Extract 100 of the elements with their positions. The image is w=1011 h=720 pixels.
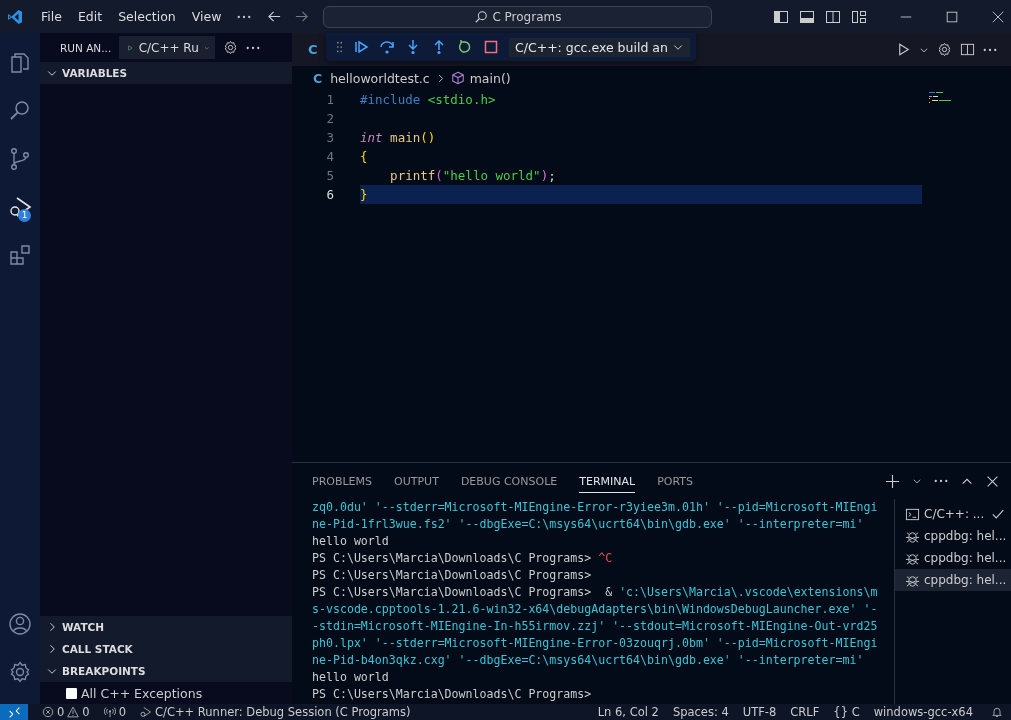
panel-tab[interactable]: PORTS — [657, 469, 693, 493]
terminal-list-item[interactable]: cppdbg: hel... — [895, 569, 1011, 591]
debug-session-indicator[interactable]: C/C++ Runner: Debug Session (C Programs) — [140, 705, 411, 719]
stop-icon[interactable] — [483, 39, 499, 55]
menu-item[interactable]: Edit — [69, 9, 111, 24]
launch-config-dropdown[interactable]: C/C++ Ru — [119, 36, 216, 59]
extensions-icon[interactable] — [8, 243, 32, 267]
settings-icon[interactable] — [937, 42, 952, 57]
app-logo-icon — [7, 8, 23, 25]
terminal-line: PS C:\Users\Marcia\Downloads\C Programs> ^C — [312, 550, 614, 567]
section-header[interactable]: CALL STACK — [40, 638, 292, 660]
cube-icon — [450, 71, 465, 85]
warning-icon — [67, 706, 80, 718]
run-icon[interactable] — [896, 42, 911, 57]
chevron-down-icon[interactable] — [912, 476, 922, 486]
toggle-panel-icon[interactable] — [799, 8, 815, 25]
status-item[interactable]: UTF-8 — [742, 705, 777, 719]
step-into-icon[interactable] — [405, 39, 421, 55]
terminal-line: hello world — [312, 533, 390, 550]
status-item[interactable]: CRLF — [790, 705, 820, 719]
new-terminal-icon[interactable] — [885, 473, 900, 489]
more-icon[interactable] — [983, 47, 997, 52]
back-arrow-icon[interactable] — [267, 9, 283, 24]
continue-icon[interactable] — [353, 39, 369, 55]
remote-indicator[interactable] — [0, 704, 28, 720]
close-icon[interactable] — [991, 9, 1005, 24]
settings-icon[interactable] — [8, 660, 32, 684]
section-header[interactable]: VARIABLES — [40, 62, 292, 84]
status-item[interactable]: Spaces: 4 — [672, 705, 729, 719]
line-number: 3 — [325, 130, 334, 145]
terminal-line: -stdin=Microsoft-MIEngine-In-h55irmov.zzj' '--stdout=Microsoft-MIEngine-Out-vrd25 — [312, 618, 879, 635]
terminal-line: zq0.0du' '--stderr=Microsoft-MIEngine-Error-r3yiee3m.01h' '--pid=Microsoft-MIEngi — [312, 499, 879, 516]
terminal-line: PS C:\Users\Marcia\Downloads\C Programs> — [312, 686, 593, 703]
toggle-sidebar-icon[interactable] — [773, 8, 789, 25]
section-header[interactable]: WATCH — [40, 616, 292, 638]
problems-indicator[interactable]: 0 0 — [42, 705, 90, 719]
checkbox[interactable] — [66, 687, 77, 699]
terminal-list-item[interactable]: cppdbg: hel... — [895, 525, 1011, 547]
more-icon[interactable] — [934, 479, 948, 483]
terminal-icon — [905, 506, 920, 522]
ports-indicator[interactable]: 0 — [103, 705, 126, 719]
line-number: 4 — [325, 149, 334, 164]
split-layout-icon[interactable] — [825, 8, 841, 25]
menu-item[interactable]: File — [33, 9, 70, 24]
run-debug-icon — [140, 706, 152, 718]
error-icon — [42, 706, 54, 718]
split-editor-icon[interactable] — [960, 42, 975, 57]
panel-tab[interactable]: OUTPUT — [394, 469, 439, 493]
code-line: { — [360, 149, 368, 164]
line-number: 2 — [325, 111, 334, 126]
account-icon[interactable] — [8, 612, 32, 636]
drag-handle-icon[interactable] — [336, 41, 343, 53]
terminal-line: PS C:\Users\Marcia\Downloads\C Programs> — [312, 567, 593, 584]
menu-item[interactable]: View — [183, 9, 230, 24]
terminal-line: ph0.lpx' '--stderr=Microsoft-MIEngine-Error-03zouqrj.0bm' '--pid=Microsoft-MIEngi — [312, 635, 879, 652]
code-line: int main() — [360, 130, 436, 145]
more-icon[interactable] — [237, 14, 252, 19]
step-over-icon[interactable] — [379, 39, 395, 55]
status-item[interactable]: {} C — [833, 705, 860, 719]
menu-item[interactable]: Selection — [110, 9, 184, 24]
terminal-list-item[interactable]: C/C++: ... — [895, 503, 1011, 525]
code-line: #include <stdio.h> — [360, 92, 496, 107]
debug-config-dropdown[interactable]: C/C++: gcc.exe build an — [509, 37, 690, 57]
file-type-label: C — [313, 70, 323, 86]
breakpoint-label: All C++ Exceptions — [81, 685, 203, 701]
breadcrumb-symbol[interactable]: main() — [469, 70, 511, 86]
terminal-line: PS C:\Users\Marcia\Downloads\C Programs> & 'c:\Users\Marcia\.vscode\extensions\m — [312, 584, 879, 601]
panel-tab[interactable]: DEBUG CONSOLE — [460, 469, 558, 493]
line-number: 5 — [325, 168, 334, 183]
notification-badge: 1 — [18, 209, 31, 222]
branch-icon[interactable] — [8, 147, 32, 171]
search-icon — [474, 9, 489, 24]
notification-bell-icon[interactable] — [991, 706, 1003, 718]
run-debug-icon[interactable] — [8, 195, 32, 219]
forward-arrow-icon[interactable] — [294, 9, 310, 24]
status-item[interactable]: Ln 6, Col 2 — [597, 705, 659, 719]
files-icon[interactable] — [8, 51, 32, 75]
code-line: printf("hello world"); — [389, 168, 556, 183]
line-number: 1 — [325, 92, 334, 107]
panel-tab[interactable]: PROBLEMS — [312, 469, 373, 493]
terminal-list-item[interactable]: cppdbg: hel... — [895, 547, 1011, 569]
sidebar-title: RUN AN... — [60, 41, 112, 54]
line-number: 6 — [325, 187, 334, 202]
editor-tab[interactable]: C — [308, 42, 318, 57]
panel-tab[interactable]: TERMINAL — [579, 469, 636, 493]
terminal-line: ne-Pid-b4on3qkz.cxg' '--dbgExe=C:\msys64\ucrt64\bin\gdb.exe' '--interpreter=mi' — [312, 652, 865, 669]
code-line: } — [360, 187, 368, 202]
settings-icon[interactable] — [223, 40, 239, 55]
status-item[interactable]: windows-gcc-x64 — [873, 705, 973, 719]
terminal-line: s-vscode.cpptools-1.21.6-win32-x64\debugAdapters\bin\WindowsDebugLauncher.exe' '- — [312, 601, 879, 618]
remote-icon — [7, 705, 21, 719]
close-icon[interactable] — [986, 474, 999, 488]
terminal-line: hello world — [312, 669, 390, 686]
section-header[interactable]: BREAKPOINTS — [40, 660, 292, 682]
command-center-search[interactable]: C Programs — [323, 5, 713, 28]
maximize-icon[interactable] — [945, 9, 959, 24]
more-icon[interactable] — [246, 45, 261, 50]
breadcrumb-file[interactable]: helloworldtest.c — [330, 70, 430, 86]
restart-icon[interactable] — [457, 39, 473, 55]
layout-icon[interactable] — [851, 8, 867, 25]
